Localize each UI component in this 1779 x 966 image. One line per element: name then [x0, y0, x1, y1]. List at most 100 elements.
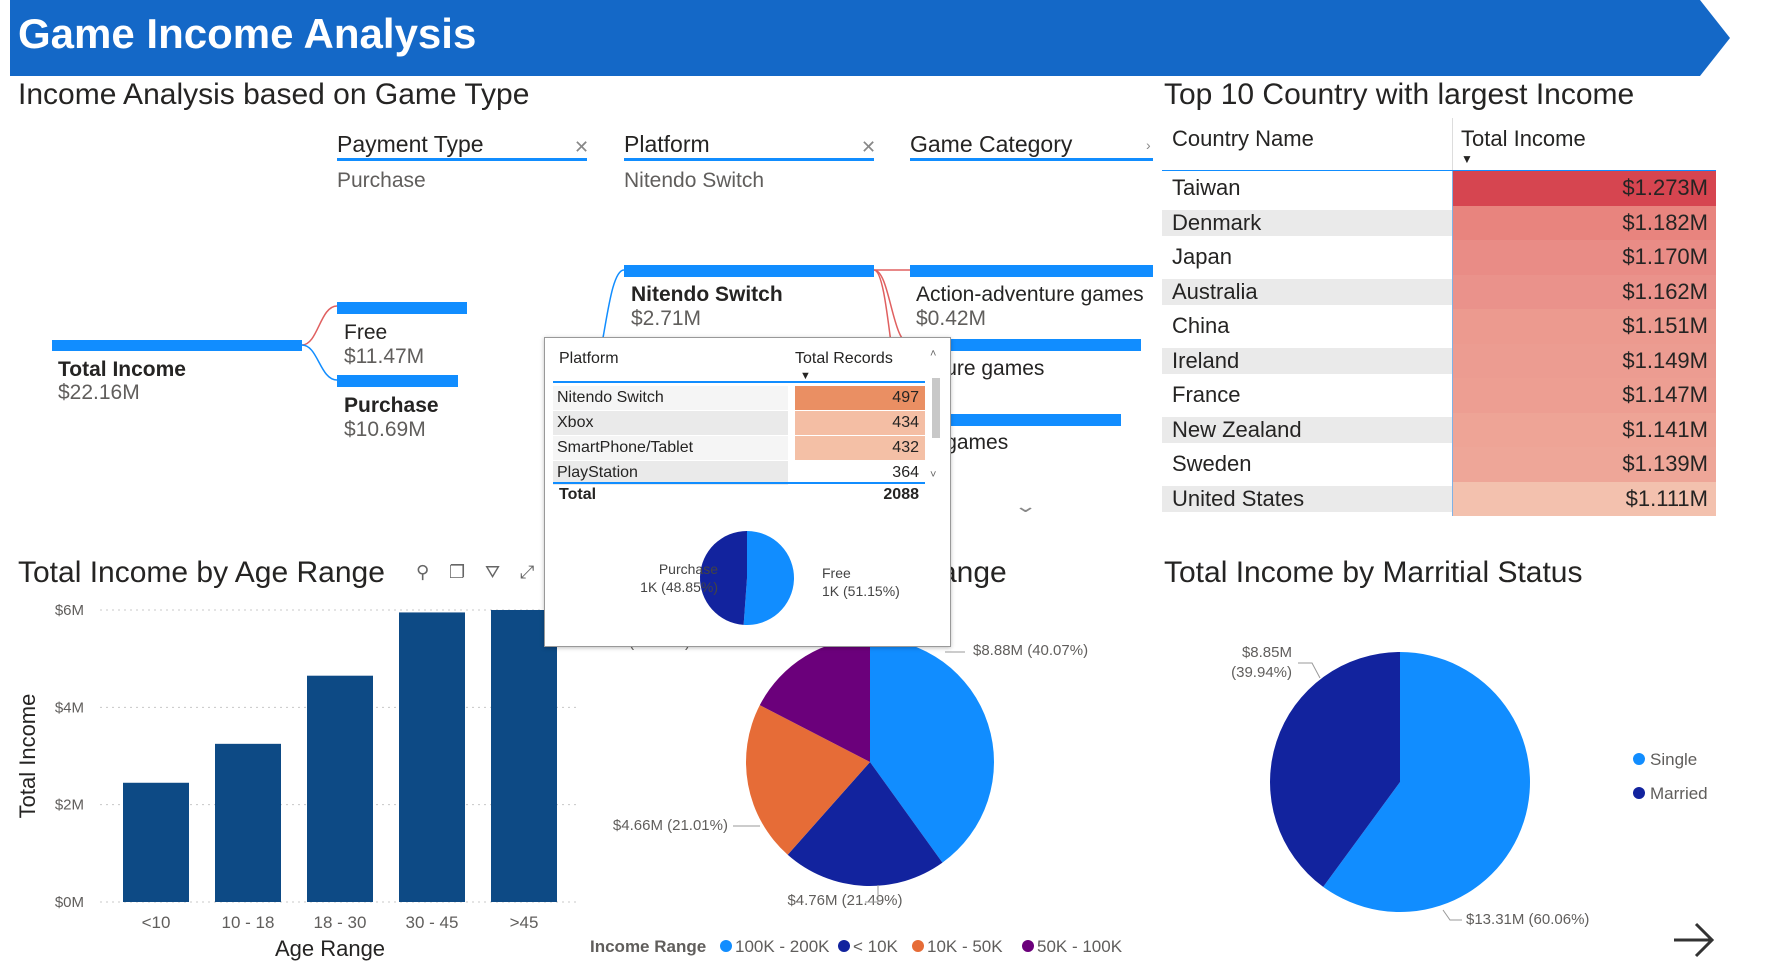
scroll-down-icon[interactable]: ˅ — [930, 469, 936, 481]
tooltip-records-cell: 432 — [795, 436, 925, 460]
bar[interactable] — [307, 675, 373, 902]
node-bar-purchase[interactable] — [337, 375, 458, 387]
platform-tooltip: Platform Total Records ▼ Nitendo Switch 4… — [544, 337, 951, 647]
total-income-cell: $1.162M — [1452, 274, 1716, 309]
y-tick-label: $4M — [55, 699, 84, 716]
table-row[interactable]: Denmark $1.182M — [1162, 205, 1716, 240]
x-tick-label: 18 - 30 — [314, 913, 367, 932]
pie-slice-purchase[interactable] — [700, 531, 747, 625]
bar[interactable] — [215, 743, 281, 902]
pie-label-purchase: Purchase — [658, 561, 718, 577]
pie-label-free: Free — [822, 565, 851, 581]
table-body: Taiwan $1.273M Denmark $1.182M Japan $1.170M A… — [1162, 171, 1716, 516]
chevron-down-icon[interactable]: ⌄ — [1013, 496, 1037, 517]
tooltip-total-divider — [553, 482, 925, 484]
table-row[interactable]: China $1.151M — [1162, 309, 1716, 344]
country-name-cell: Australia — [1162, 278, 1452, 305]
column-header-country[interactable]: Country Name — [1162, 118, 1452, 170]
country-table-title: Top 10 Country with largest Income — [1164, 78, 1635, 111]
x-tick-label: <10 — [142, 913, 171, 932]
income-range-pie-chart: $8.88M (40.07%) $4.76M (21.49%) $4.66M (21… — [590, 634, 1123, 956]
total-income-cell: $1.147M — [1452, 378, 1716, 413]
node-value-nitendo-switch: $2.71M — [631, 307, 702, 330]
copy-icon[interactable]: ❐ — [449, 562, 465, 583]
scroll-up-icon[interactable]: ˄ — [930, 348, 936, 360]
table-row[interactable]: Taiwan $1.273M — [1162, 171, 1716, 206]
table-row[interactable]: Sweden $1.139M — [1162, 447, 1716, 482]
legend-marker[interactable] — [720, 940, 732, 952]
pie-data-label-married-pct: (39.94%) — [1231, 664, 1292, 681]
marital-legend: Single Married — [1633, 750, 1708, 803]
table-row[interactable]: Ireland $1.149M — [1162, 343, 1716, 378]
income-range-legend: Income Range 100K - 200K < 10K 10K - 50K 50K… — [590, 937, 1123, 956]
table-row[interactable]: France $1.147M — [1162, 378, 1716, 413]
legend-marker[interactable] — [912, 940, 924, 952]
y-tick-label: $6M — [55, 602, 84, 619]
tooltip-payment-pie — [700, 531, 795, 625]
node-bar-category-1[interactable] — [910, 265, 1153, 277]
arrow-right-icon[interactable] — [1672, 920, 1718, 960]
table-row[interactable]: New Zealand $1.141M — [1162, 412, 1716, 447]
total-income-cell: $1.149M — [1452, 343, 1716, 378]
table-row[interactable]: Japan $1.170M — [1162, 240, 1716, 275]
column-header-income-label: Total Income — [1461, 126, 1586, 151]
node-bar-free[interactable] — [337, 302, 467, 314]
legend-item[interactable]: 10K - 50K — [927, 937, 1003, 956]
country-name-cell: New Zealand — [1162, 416, 1452, 443]
total-income-cell: $1.170M — [1452, 240, 1716, 275]
country-name-cell: China — [1172, 313, 1230, 339]
tooltip-row: Xbox 434 — [553, 411, 925, 435]
legend-item[interactable]: Married — [1650, 784, 1708, 803]
y-tick-label: $0M — [55, 894, 84, 911]
total-income-cell: $1.273M — [1452, 171, 1716, 206]
legend-item[interactable]: Single — [1650, 750, 1697, 769]
tooltip-records-cell: 497 — [795, 386, 925, 410]
pin-icon[interactable]: ⚲ — [416, 562, 429, 583]
tooltip-col-platform: Platform — [559, 350, 619, 367]
total-income-cell: $1.111M — [1452, 481, 1716, 516]
x-tick-label: >45 — [510, 913, 539, 932]
country-name-cell: Taiwan — [1172, 175, 1241, 201]
column-header-income[interactable]: Total Income ▼ — [1452, 118, 1716, 170]
tooltip-row: SmartPhone/Tablet 432 — [553, 436, 925, 460]
marital-chart-title: Total Income by Marritial Status — [1164, 556, 1583, 589]
pie-data-label: $4.66M (21.01%) — [613, 817, 728, 834]
legend-item[interactable]: 50K - 100K — [1037, 937, 1123, 956]
bar[interactable] — [123, 782, 189, 902]
legend-item[interactable]: 100K - 200K — [735, 937, 830, 956]
bar[interactable] — [491, 610, 557, 902]
legend-marker[interactable] — [838, 940, 850, 952]
node-label-category-1: Action-adventure games — [916, 283, 1144, 306]
node-bar-nitendo-switch[interactable] — [624, 265, 874, 277]
pie-value-purchase: 1K (48.85%) — [640, 579, 718, 595]
node-value-category-1: $0.42M — [916, 307, 987, 330]
node-label-nitendo-switch: Nitendo Switch — [631, 283, 783, 306]
legend-marker[interactable] — [1633, 753, 1645, 765]
pie-data-label-single: $13.31M (60.06%) — [1466, 911, 1589, 928]
filter-icon[interactable]: ⛛ — [485, 562, 500, 583]
node-bar-total-income[interactable] — [52, 340, 302, 351]
bar[interactable] — [399, 612, 465, 902]
tooltip-scrollbar-thumb[interactable] — [932, 378, 940, 438]
node-value-total-income: $22.16M — [58, 381, 140, 404]
sort-descending-icon: ▼ — [1461, 152, 1473, 166]
tooltip-row: Nitendo Switch 497 — [553, 386, 925, 410]
table-row[interactable]: Australia $1.162M — [1162, 274, 1716, 309]
legend-marker[interactable] — [1022, 940, 1034, 952]
legend-marker[interactable] — [1633, 787, 1645, 799]
legend-item[interactable]: < 10K — [853, 937, 899, 956]
table-row[interactable]: United States $1.111M — [1162, 481, 1716, 516]
country-name-cell: Denmark — [1162, 209, 1452, 236]
x-tick-label: 30 - 45 — [406, 913, 459, 932]
pie-slice-free[interactable] — [743, 531, 795, 625]
pie-value-free: 1K (51.15%) — [822, 583, 900, 599]
tooltip-platform-cell: Nitendo Switch — [553, 386, 788, 410]
total-income-cell: $1.151M — [1452, 309, 1716, 344]
focus-mode-icon[interactable]: ⤢ — [520, 562, 534, 583]
country-name-cell: Japan — [1172, 244, 1232, 270]
age-range-bar-chart: $0M $2M $4M $6M <10 10 - 18 18 - 30 30 - 45 >45 A… — [15, 602, 580, 961]
tooltip-platform-cell: Xbox — [553, 411, 788, 435]
node-value-free: $11.47M — [344, 345, 425, 368]
country-name-cell: United States — [1162, 485, 1452, 512]
country-income-table: Country Name Total Income ▼ Taiwan $1.273… — [1162, 118, 1716, 516]
